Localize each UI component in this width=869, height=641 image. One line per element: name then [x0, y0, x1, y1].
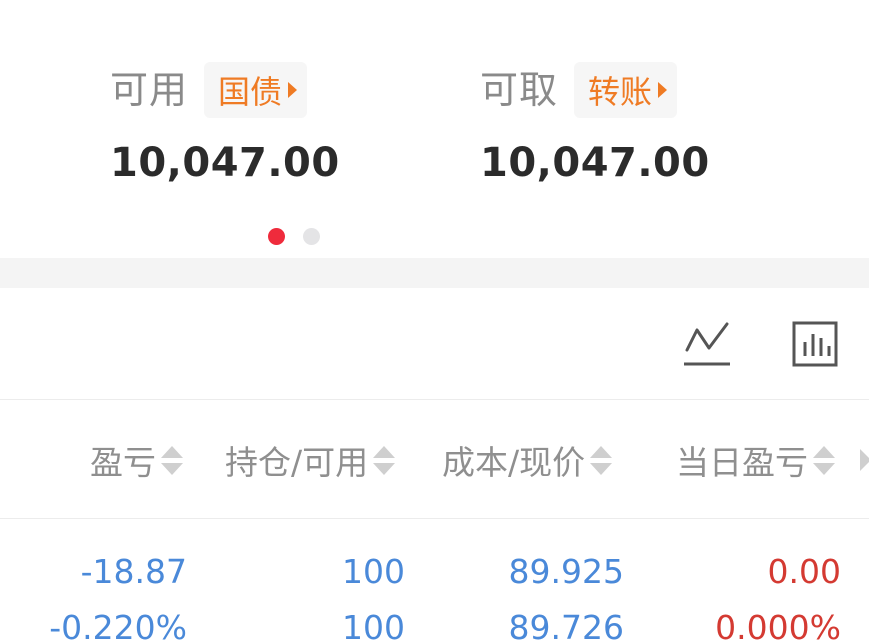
treasury-bond-button[interactable]: 国债	[204, 62, 308, 118]
withdrawable-balance: 可取 转账 10,047.00	[480, 62, 710, 186]
trend-line-icon[interactable]	[683, 320, 731, 368]
table-header: 盈亏 持仓/可用 成本/现价 当日盈亏	[0, 401, 869, 519]
page-indicator	[268, 228, 320, 245]
caret-right-icon	[658, 82, 668, 98]
sort-icon	[813, 445, 835, 475]
toolbar	[0, 288, 869, 400]
positions-page: 可用 国债 10,047.00 可取 转账 10,047.00 盈亏 持仓/可用…	[0, 0, 869, 641]
available-amount: 10,047.00	[110, 140, 340, 186]
scroll-right-icon[interactable]	[860, 449, 869, 471]
withdrawable-label: 可取	[480, 68, 559, 112]
cost-value: 89.925	[508, 552, 624, 591]
day-pnl-percent: 0.000%	[715, 608, 841, 641]
page-dot-1[interactable]	[268, 228, 285, 245]
page-dot-2[interactable]	[303, 228, 320, 245]
withdrawable-amount: 10,047.00	[480, 140, 710, 186]
available-header: 可用 国债	[110, 62, 340, 118]
section-divider	[0, 258, 869, 288]
position-value: 100	[342, 552, 405, 591]
withdrawable-header: 可取 转账	[480, 62, 710, 118]
table-row[interactable]: -18.87 -0.220% 100 100 89.925 89.726 0.0…	[0, 520, 869, 641]
sort-icon	[373, 445, 396, 475]
transfer-button[interactable]: 转账	[574, 62, 678, 118]
available-balance: 可用 国债 10,047.00	[110, 62, 340, 186]
column-day-pnl-header[interactable]: 当日盈亏	[676, 401, 835, 519]
caret-right-icon	[288, 82, 298, 98]
column-label: 盈亏	[90, 443, 156, 482]
bar-chart-icon[interactable]	[791, 320, 839, 368]
column-label: 当日盈亏	[676, 443, 808, 482]
transfer-label: 转账	[588, 73, 653, 111]
column-label: 持仓/可用	[225, 443, 369, 482]
pnl-percent: -0.220%	[49, 608, 187, 641]
column-position-header[interactable]: 持仓/可用	[225, 401, 396, 519]
available-value: 100	[342, 608, 405, 641]
column-cost-header[interactable]: 成本/现价	[442, 401, 613, 519]
sort-icon	[590, 445, 613, 475]
balance-section: 可用 国债 10,047.00 可取 转账 10,047.00	[0, 0, 869, 258]
column-pnl-header[interactable]: 盈亏	[90, 401, 183, 519]
day-pnl-value: 0.00	[767, 552, 841, 591]
sort-icon	[161, 445, 183, 475]
pnl-value: -18.87	[80, 552, 187, 591]
price-value: 89.726	[508, 608, 624, 641]
available-label: 可用	[110, 68, 189, 112]
column-label: 成本/现价	[442, 443, 586, 482]
treasury-bond-label: 国债	[218, 73, 283, 111]
